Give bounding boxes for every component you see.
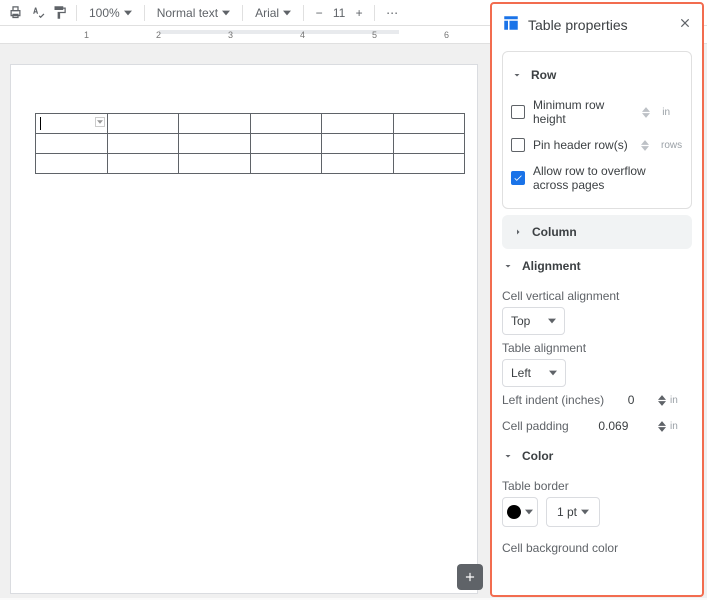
color-heading: Color [522,449,553,463]
table-cell[interactable] [393,114,465,134]
table-align-label: Table alignment [502,335,692,359]
column-section-header[interactable]: Column [502,215,692,249]
print-icon[interactable] [6,4,24,22]
close-icon[interactable] [678,16,692,33]
left-indent-unit: in [670,395,692,406]
font-size-increase[interactable]: + [352,6,366,20]
chevron-down-icon [511,69,523,81]
cell-padding-row: Cell padding 0.069 in [502,413,692,439]
cell-bg-label: Cell background color [502,535,692,559]
left-indent-stepper[interactable] [658,395,666,406]
explore-button[interactable] [457,564,483,590]
spellcheck-icon[interactable] [28,4,46,22]
border-width-select[interactable]: 1 pt [546,497,600,527]
min-height-checkbox[interactable] [511,105,525,119]
pin-header-unit: rows [661,140,683,151]
table-row [36,154,465,174]
overflow-row[interactable]: Allow row to overflow across pages [511,158,683,198]
paint-format-icon[interactable] [50,4,68,22]
cell-padding-value[interactable]: 0.069 [595,419,631,433]
cell-vertical-label: Cell vertical alignment [502,283,692,307]
pin-header-checkbox[interactable] [511,138,525,152]
paragraph-style-select[interactable]: Normal text [153,4,234,22]
table-properties-panel: Table properties Row Minimum row height … [490,2,704,597]
panel-title: Table properties [528,17,628,33]
border-color-select[interactable] [502,497,538,527]
table-cell[interactable] [322,114,394,134]
alignment-section-header[interactable]: Alignment [502,249,692,283]
document-table[interactable] [35,113,465,174]
table-row [36,134,465,154]
font-size-value[interactable]: 11 [330,6,348,20]
alignment-heading: Alignment [522,259,581,273]
table-align-select[interactable]: Left [502,359,566,387]
table-cell[interactable] [36,114,108,134]
overflow-label: Allow row to overflow across pages [533,164,683,192]
column-heading: Column [532,225,577,239]
min-height-unit: in [662,107,683,118]
pin-header-stepper[interactable] [641,140,649,151]
min-height-label: Minimum row height [533,98,634,126]
border-color-swatch [507,505,521,519]
row-section-header[interactable]: Row [511,58,683,92]
font-value: Arial [255,6,279,20]
page[interactable] [10,64,478,594]
chevron-right-icon [512,226,524,238]
table-cell[interactable] [107,114,179,134]
font-select[interactable]: Arial [251,4,295,22]
text-cursor [40,117,41,130]
zoom-value: 100% [89,6,120,20]
table-cell[interactable] [179,114,251,134]
cell-padding-label: Cell padding [502,419,569,433]
row-section-card: Row Minimum row height in Pin header row… [502,51,692,209]
left-indent-label: Left indent (inches) [502,393,604,407]
min-height-stepper[interactable] [642,107,650,118]
chevron-down-icon [502,260,514,272]
row-heading: Row [531,68,556,82]
cell-padding-unit: in [670,421,692,432]
table-border-label: Table border [502,473,692,497]
pin-header-row[interactable]: Pin header row(s) rows [511,132,683,158]
overflow-checkbox[interactable] [511,171,525,185]
border-width-value: 1 pt [557,505,577,519]
table-align-value: Left [511,366,531,380]
cell-dropdown-icon[interactable] [95,117,105,127]
table-icon [502,14,520,35]
more-icon[interactable]: ⋯ [383,4,401,22]
left-indent-value[interactable]: 0 [613,393,649,407]
min-row-height-row[interactable]: Minimum row height in [511,92,683,132]
cell-vertical-select[interactable]: Top [502,307,565,335]
left-indent-row: Left indent (inches) 0 in [502,387,692,413]
style-value: Normal text [157,6,218,20]
font-size-decrease[interactable]: − [312,6,326,20]
table-row [36,114,465,134]
chevron-down-icon [502,450,514,462]
cell-vertical-value: Top [511,314,530,328]
color-section-header[interactable]: Color [502,439,692,473]
cell-padding-stepper[interactable] [658,421,666,432]
zoom-select[interactable]: 100% [85,4,136,22]
pin-header-label: Pin header row(s) [533,138,628,152]
table-cell[interactable] [250,114,322,134]
